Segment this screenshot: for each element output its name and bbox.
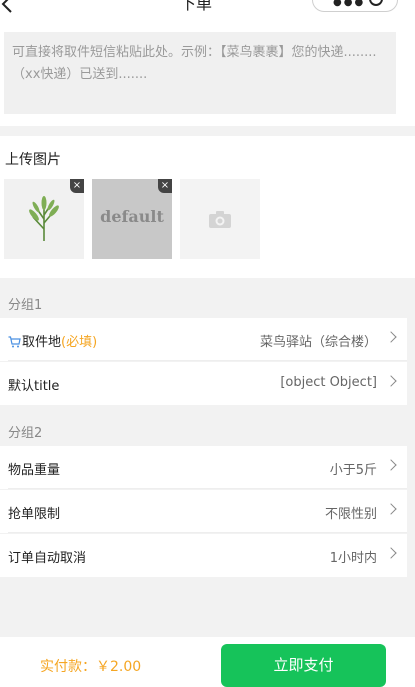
close-circle-icon[interactable] (369, 0, 383, 6)
uploaded-image-plant[interactable]: × (4, 179, 84, 259)
chevron-right-icon (385, 331, 397, 343)
grab-limit-row[interactable]: 抢单限制 不限性别 (0, 490, 407, 533)
top-bar: 下单 ●●● (0, 0, 415, 22)
more-icon[interactable]: ●●● (333, 0, 365, 8)
chevron-right-icon (385, 459, 397, 471)
pay-now-button[interactable]: 立即支付 (221, 644, 386, 687)
mini-program-capsule[interactable]: ●●● (312, 0, 398, 12)
cart-icon (8, 336, 21, 348)
sms-paste-textarea[interactable]: 可直接将取件短信粘贴此处。示例：【菜鸟裹裹】您的快递........（xx快递）… (4, 32, 396, 114)
row-label: 物品重量 (8, 463, 61, 478)
group1-title: 分组1 (8, 298, 43, 313)
pickup-location-row[interactable]: 取件地(必填) 菜鸟驿站（综合楼） (0, 318, 407, 361)
row-divider (8, 360, 407, 361)
amount-label: 实付款：￥2.00 (40, 659, 142, 675)
row-value: 小于5斤 (329, 463, 377, 478)
camera-icon (209, 211, 231, 228)
uploaded-image-default[interactable]: default × (92, 179, 172, 259)
default-image-text: default (100, 207, 164, 226)
auto-cancel-row[interactable]: 订单自动取消 1小时内 (0, 534, 407, 577)
chevron-right-icon (385, 503, 397, 515)
add-image-button[interactable] (180, 179, 260, 259)
row-divider (8, 488, 407, 489)
delete-image-button[interactable]: × (70, 179, 84, 193)
row-value: [object Object] (280, 375, 377, 390)
payment-bar: 实付款：￥2.00 立即支付 (0, 637, 415, 687)
row-divider (8, 532, 407, 533)
chevron-right-icon (385, 547, 397, 559)
row-value: 1小时内 (329, 551, 377, 566)
row-label-text: 取件地 (22, 335, 62, 350)
chevron-right-icon (385, 375, 397, 387)
required-tag: (必填) (61, 335, 98, 350)
paste-section: 可直接将取件短信粘贴此处。示例：【菜鸟裹裹】您的快递........（xx快递）… (0, 22, 415, 126)
group2-title: 分组2 (8, 426, 43, 441)
row-label: 抢单限制 (8, 507, 61, 522)
back-arrow-icon[interactable] (0, 0, 16, 14)
item-weight-row[interactable]: 物品重量 小于5斤 (0, 446, 407, 489)
page-title: 下单 (180, 0, 213, 13)
row-label: 默认title (8, 379, 60, 394)
pickup-location-value: 菜鸟驿站（综合楼） (259, 335, 377, 350)
delete-image-button[interactable]: × (158, 179, 172, 193)
pickup-location-label: 取件地(必填) (8, 331, 97, 350)
default-title-row[interactable]: 默认title [object Object] (0, 362, 407, 405)
upload-section: 上传图片 × default × (0, 136, 415, 278)
row-value: 不限性别 (324, 507, 377, 522)
row-label: 订单自动取消 (8, 551, 87, 566)
upload-title: 上传图片 (5, 152, 61, 168)
